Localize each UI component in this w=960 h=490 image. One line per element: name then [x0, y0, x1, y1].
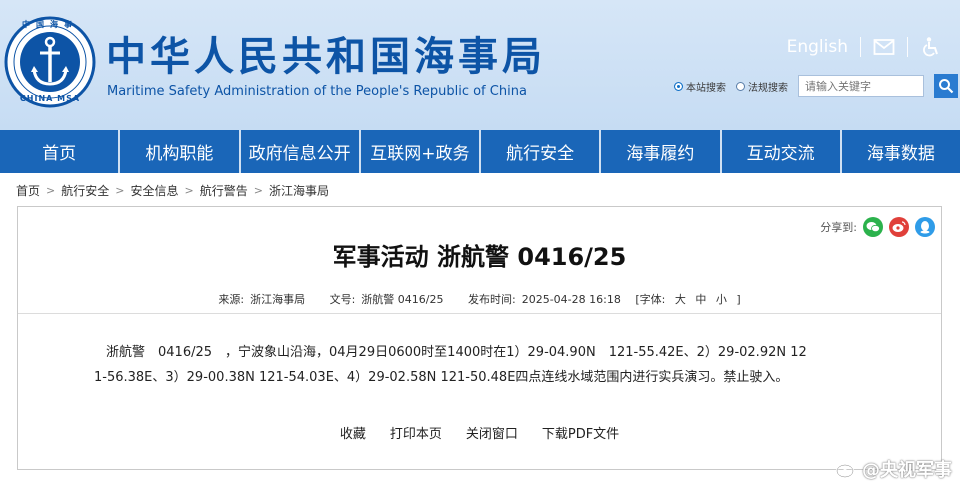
- mail-icon[interactable]: [873, 36, 895, 58]
- search-option-law-label: 法规搜索: [748, 82, 788, 94]
- search-icon: [939, 79, 954, 94]
- wechat-icon[interactable]: [863, 217, 883, 237]
- search-area: 本站搜索 法规搜索: [674, 74, 958, 98]
- watermark-text: @央视军事: [862, 460, 952, 481]
- search-option-site[interactable]: 本站搜索: [674, 79, 726, 94]
- radio-icon[interactable]: [736, 81, 745, 91]
- article-body: 浙航警 0416/25 ，宁波象山沿海，04月29日0600时至1400时在1）…: [94, 340, 882, 390]
- font-size-medium[interactable]: 中: [695, 293, 706, 306]
- print-link[interactable]: 打印本页: [390, 423, 442, 442]
- close-window-link[interactable]: 关闭窗口: [466, 423, 518, 442]
- docno-label: 文号:: [329, 293, 356, 306]
- font-size-close: ]: [736, 293, 741, 306]
- nav-item-nav-safety[interactable]: 航行安全: [481, 130, 602, 173]
- font-size-small[interactable]: 小: [716, 293, 727, 306]
- article-actions: 收藏 打印本页 关闭窗口 下载PDF文件: [18, 423, 941, 442]
- site-header: 中国海事 CHINA MSA 中华人民共和国海事局 Maritime Safet…: [0, 0, 960, 130]
- search-option-law[interactable]: 法规搜索: [736, 79, 788, 94]
- nav-item-convention[interactable]: 海事履约: [601, 130, 722, 173]
- logo-top-text: 中国海事: [22, 20, 78, 29]
- breadcrumb-separator: >: [184, 184, 194, 197]
- breadcrumb-home[interactable]: 首页: [16, 182, 40, 199]
- search-input[interactable]: [798, 75, 924, 97]
- font-size-large[interactable]: 大: [675, 293, 686, 306]
- divider: [860, 37, 861, 57]
- download-pdf-link[interactable]: 下载PDF文件: [542, 423, 619, 442]
- nav-item-home[interactable]: 首页: [0, 130, 121, 173]
- source-label: 来源:: [218, 293, 245, 306]
- accessibility-icon[interactable]: [920, 36, 942, 58]
- nav-item-interaction[interactable]: 互动交流: [722, 130, 842, 173]
- time-label: 发布时间:: [468, 293, 516, 306]
- article-title: 军事活动 浙航警 0416/25: [332, 243, 627, 271]
- top-links: English: [787, 36, 942, 58]
- weibo-watermark-icon: [836, 461, 857, 478]
- font-size-label: [字体:: [635, 293, 666, 306]
- china-msa-logo[interactable]: 中国海事 CHINA MSA: [4, 16, 96, 108]
- nav-item-data[interactable]: 海事数据: [842, 130, 960, 173]
- breadcrumb-zhejiang-msa[interactable]: 浙江海事局: [269, 182, 329, 199]
- breadcrumb-separator: >: [253, 184, 263, 197]
- weibo-icon[interactable]: [889, 217, 909, 237]
- nav-item-functions[interactable]: 机构职能: [120, 130, 241, 173]
- breadcrumb-separator: >: [46, 184, 56, 197]
- share-bar: 分享到:: [820, 217, 935, 237]
- breadcrumb-safety-info[interactable]: 安全信息: [130, 182, 178, 199]
- english-link[interactable]: English: [787, 37, 848, 57]
- favorite-link[interactable]: 收藏: [340, 423, 366, 442]
- divider: [907, 37, 908, 57]
- search-button[interactable]: [934, 74, 958, 98]
- site-title: 中华人民共和国海事局: [106, 34, 546, 80]
- article-body-line: 浙航警 0416/25 ，宁波象山沿海，04月29日0600时至1400时在1）…: [106, 345, 807, 360]
- main-nav: 首页 机构职能 政府信息公开 互联网+政务 航行安全 海事履约 互动交流 海事数…: [0, 130, 960, 173]
- nav-item-gov-info[interactable]: 政府信息公开: [241, 130, 361, 173]
- breadcrumb-nav-safety[interactable]: 航行安全: [61, 182, 109, 199]
- article-body-line: 1-56.38E、3）29-00.38N 121-54.03E、4）29-02.…: [94, 370, 789, 385]
- source-value: 浙江海事局: [250, 293, 306, 306]
- radio-checked-icon[interactable]: [674, 81, 683, 91]
- time-value: 2025-04-28 16:18: [521, 293, 621, 306]
- breadcrumb-separator: >: [115, 184, 125, 197]
- docno-value: 浙航警 0416/25: [361, 293, 444, 306]
- search-option-site-label: 本站搜索: [686, 82, 726, 94]
- meta-divider: [18, 313, 941, 314]
- article-meta: 来源: 浙江海事局 文号: 浙航警 0416/25 发布时间: 2025-04-28 …: [18, 291, 941, 307]
- nav-item-internet-gov[interactable]: 互联网+政务: [361, 130, 481, 173]
- logo-bottom-text: CHINA MSA: [19, 94, 81, 103]
- breadcrumb-warnings[interactable]: 航行警告: [200, 182, 248, 199]
- site-subtitle: Maritime Safety Administration of the Pe…: [107, 84, 527, 99]
- share-label: 分享到:: [820, 221, 857, 234]
- qq-icon[interactable]: [915, 217, 935, 237]
- article-container: 分享到: 军事活动 浙航警 0416/25 来源: 浙江海事局 文号: 浙航警 04…: [17, 206, 942, 470]
- weibo-watermark: @央视军事: [836, 456, 952, 482]
- breadcrumb: 首页 > 航行安全 > 安全信息 > 航行警告 > 浙江海事局: [16, 182, 329, 199]
